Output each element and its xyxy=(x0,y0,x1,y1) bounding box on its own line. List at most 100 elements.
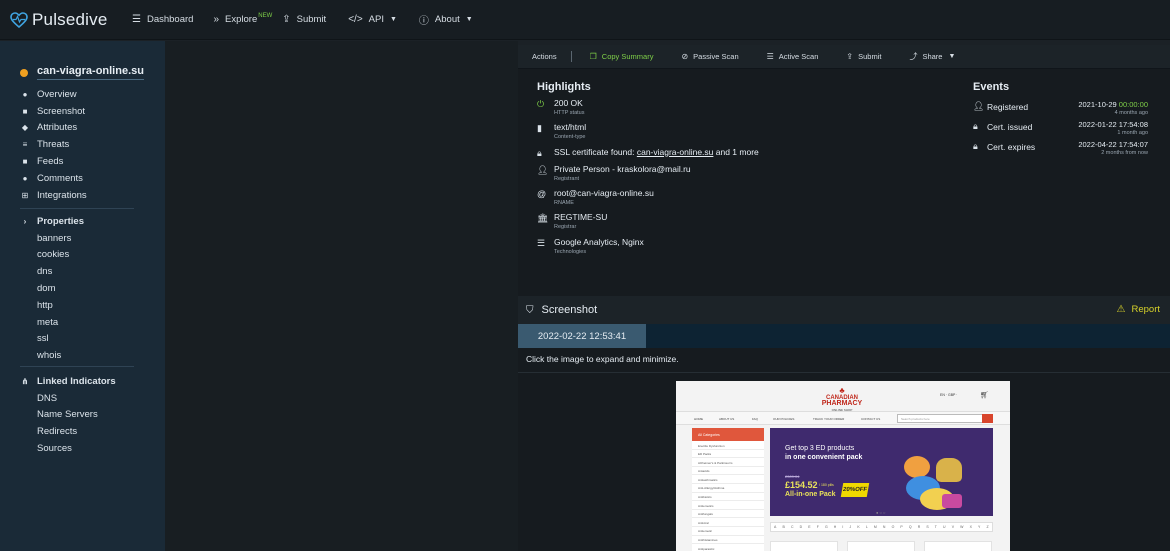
sidebar-item-dns[interactable]: dns xyxy=(20,263,84,280)
highlight-value: SSL certificate found: can-viagra-online… xyxy=(554,147,759,158)
main-content: Actions ❐ Copy Summary ⊘ Passive Scan ☰ Act… xyxy=(518,45,1170,551)
event-date: 2021-10-29 00:00:00 xyxy=(1078,100,1148,109)
highlight-rname: @ root@can-viagra-online.su RNAME xyxy=(537,188,759,212)
sidebar-item-overview[interactable]: ● Overview xyxy=(20,86,87,103)
sidebar-item-label: dns xyxy=(37,266,53,278)
sidebar-item-label: Integrations xyxy=(37,189,87,201)
website-screenshot[interactable]: ♣ CANADIAN PHARMACY ONLINE SHOP EN · GBP… xyxy=(676,381,1010,551)
ssl-domain-link[interactable]: can-viagra-online.su xyxy=(637,147,714,157)
sidebar-item-http[interactable]: http xyxy=(20,297,84,314)
sidebar-item-linked-indicators[interactable]: ⋔ Linked Indicators xyxy=(20,373,116,390)
site-category-item: Antiasthmatics xyxy=(692,475,764,484)
site-category-item: Antiparasitic xyxy=(692,544,764,551)
building-icon: 🏛︎ xyxy=(537,213,549,224)
events-title: Events xyxy=(973,81,1010,93)
sidebar-item-integrations[interactable]: ⊞ Integrations xyxy=(20,187,87,204)
sidebar-item-name-servers[interactable]: Name Servers xyxy=(20,407,116,424)
sidebar-item-redirects[interactable]: Redirects xyxy=(20,423,116,440)
sidebar-sections: ● Overview ■ Screenshot ◆ Attributes ≡ Threa… xyxy=(20,86,87,204)
event-relative: 4 months ago xyxy=(1114,110,1148,116)
site-alphabet-letter: S xyxy=(926,525,929,529)
highlight-http-status: ⏻ 200 OK HTTP status xyxy=(537,98,759,122)
sidebar-item-label: Attributes xyxy=(37,122,78,134)
banner-text: in one convenient pack xyxy=(785,454,863,461)
sidebar-item-whois[interactable]: whois xyxy=(20,347,84,364)
sidebar-item-properties[interactable]: › Properties xyxy=(20,213,84,230)
sidebar-item-feeds[interactable]: ■ Feeds xyxy=(20,153,87,170)
copy-summary-button[interactable]: ❐ Copy Summary xyxy=(576,52,668,61)
site-banner: Get top 3 ED products in one convenient … xyxy=(770,428,993,516)
highlight-label: RNAME xyxy=(554,200,574,207)
event-registered: 👤︎ Registered 2021-10-29 00:00:00 4 mont… xyxy=(973,100,1148,120)
sidebar-item-sources[interactable]: Sources xyxy=(20,440,116,457)
site-category-item: Antiemetic xyxy=(692,527,764,536)
main-nav: ☰ Dashboard » Explore NEW ⇪ Submit </> API ▼ ⓘ… xyxy=(122,0,483,40)
site-brand-logo: ♣ CANADIAN PHARMACY ONLINE SHOP xyxy=(816,387,868,413)
top-navbar: Pulsedive ☰ Dashboard » Explore NEW ⇪ Submit… xyxy=(0,0,1170,40)
sidebar-item-attributes[interactable]: ◆ Attributes xyxy=(20,120,87,137)
site-nav-item: HOME xyxy=(694,417,703,421)
sidebar-item-dom[interactable]: dom xyxy=(20,280,84,297)
nav-about[interactable]: ⓘ About ▼ xyxy=(407,0,483,40)
event-label: Registered xyxy=(987,102,1029,112)
caret-down-icon: ▼ xyxy=(948,53,956,60)
screenshot-tabs: 2022-02-22 12:53:41 xyxy=(518,324,1170,348)
sidebar-item-comments[interactable]: ● Comments xyxy=(20,170,87,187)
share-button[interactable]: ⤴ Share ▼ xyxy=(895,51,969,62)
logo[interactable]: Pulsedive xyxy=(10,10,122,30)
user-icon: 👤︎ xyxy=(537,164,549,175)
site-category-item: ED Packs xyxy=(692,450,764,459)
site-alphabet-letter: A xyxy=(774,525,777,529)
empty-pane xyxy=(165,41,518,551)
nav-label: Explore xyxy=(225,14,258,25)
site-alphabet-letter: R xyxy=(917,525,921,529)
event-label: Cert. expires xyxy=(987,142,1036,152)
sidebar-item-banners[interactable]: banners xyxy=(20,230,84,247)
indicator-title[interactable]: can-viagra-online.su xyxy=(37,65,144,80)
share-nodes-icon: ⋔ xyxy=(21,376,29,386)
nav-dashboard[interactable]: ☰ Dashboard xyxy=(122,0,203,40)
sidebar-item-linked-dns[interactable]: DNS xyxy=(20,390,116,407)
nav-api[interactable]: </> API ▼ xyxy=(336,0,407,40)
sitemap-icon: ⊞ xyxy=(21,190,29,200)
gift-image xyxy=(942,494,962,508)
sidebar-divider xyxy=(20,366,134,367)
nav-submit[interactable]: ⇪ Submit xyxy=(282,0,336,40)
event-cert-issued: 🔒︎ Cert. issued 2022-01-22 17:54:08 1 mo… xyxy=(973,120,1148,140)
highlight-value: Private Person - kraskolora@mail.ru xyxy=(554,163,691,174)
sidebar-item-screenshot[interactable]: ■ Screenshot xyxy=(20,103,87,120)
site-category-item: Antibiotics xyxy=(692,493,764,502)
sidebar-item-label: Name Servers xyxy=(37,409,98,421)
nav-explore[interactable]: » Explore NEW xyxy=(203,0,282,40)
submit-button[interactable]: ⇪ Submit xyxy=(832,52,895,61)
highlight-registrar: 🏛︎ REGTIME-SU Registrar xyxy=(537,212,759,236)
nav-label: About xyxy=(434,14,460,25)
sidebar-item-cookies[interactable]: cookies xyxy=(20,247,84,264)
active-scan-button[interactable]: ☰ Active Scan xyxy=(753,52,833,61)
highlight-label: Registrar xyxy=(554,224,577,231)
site-alphabet-letter: K xyxy=(857,525,860,529)
highlight-value: Google Analytics, Nginx xyxy=(554,236,644,247)
lock-icon: 🔒︎ xyxy=(973,141,978,151)
report-button[interactable]: ⚠ Report xyxy=(1117,304,1160,315)
site-alphabet-letter: I xyxy=(842,525,844,529)
sidebar-item-label: Sources xyxy=(37,443,72,455)
sidebar-item-threats[interactable]: ≡ Threats xyxy=(20,136,87,153)
sidebar-item-meta[interactable]: meta xyxy=(20,314,84,331)
passive-scan-button[interactable]: ⊘ Passive Scan xyxy=(667,52,752,61)
site-alphabet-letter: G xyxy=(824,525,828,529)
chevron-right-icon: › xyxy=(23,216,27,226)
highlight-label: Registrant xyxy=(554,175,580,182)
site-category-item: Antacids xyxy=(692,467,764,476)
site-alphabet-letter: Z xyxy=(986,525,989,529)
sidebar-item-ssl[interactable]: ssl xyxy=(20,331,84,348)
actions-bar: Actions ❐ Copy Summary ⊘ Passive Scan ☰ Act… xyxy=(518,45,1170,69)
site-search-button xyxy=(982,414,993,423)
nav-label: Submit xyxy=(296,14,327,25)
highlight-technologies: ☰ Google Analytics, Nginx Technologies xyxy=(537,237,759,261)
tab-screenshot-timestamp[interactable]: 2022-02-22 12:53:41 xyxy=(518,324,646,348)
screenshot-hint: Click the image to expand and minimize. xyxy=(526,354,679,364)
highlight-label: Technologies xyxy=(554,248,587,255)
site-alphabet-letter: F xyxy=(816,525,819,529)
site-nav-item: CONTACT US xyxy=(861,417,881,421)
